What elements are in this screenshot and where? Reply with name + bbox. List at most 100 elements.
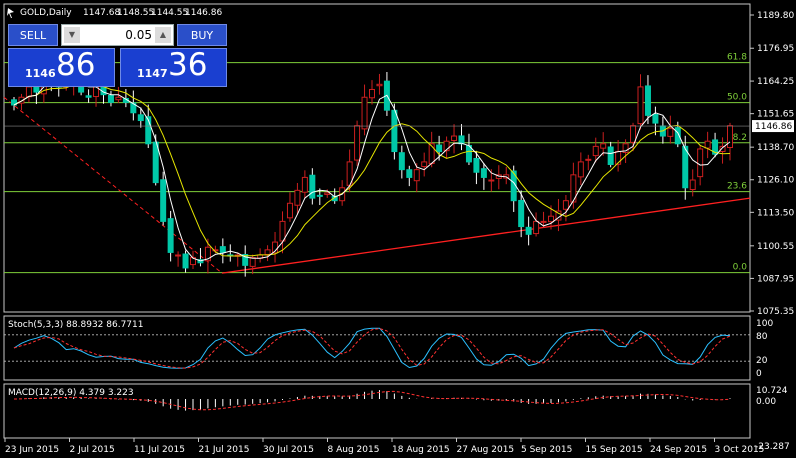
candle-body — [286, 202, 293, 219]
price-axis-label: 1189.80 — [757, 11, 794, 21]
candle — [421, 152, 428, 177]
candle-body — [219, 246, 226, 253]
lot-increase-button[interactable]: ▲ — [155, 27, 171, 43]
candle-body — [33, 86, 40, 93]
sell-price-button[interactable]: 1146 86 — [8, 47, 115, 87]
candle — [451, 124, 458, 154]
stochastic-axis-label: 80 — [756, 332, 768, 342]
candle-body — [480, 168, 487, 178]
candle-body — [421, 161, 428, 167]
time-axis-label: 18 Aug 2015 — [392, 445, 450, 455]
chart-header-low: 1144.55 — [151, 8, 188, 18]
sell-price-pips: 86 — [56, 47, 96, 83]
stochastic-main-line — [13, 327, 731, 369]
candle — [600, 132, 607, 156]
moving-average-slow-line — [13, 82, 731, 257]
lot-decrease-button[interactable]: ▼ — [64, 27, 80, 43]
candle-body — [376, 83, 383, 87]
candle-body — [301, 176, 308, 193]
candle — [175, 251, 182, 267]
candle-body — [644, 85, 651, 116]
candle-body — [600, 143, 607, 149]
candle-body — [354, 125, 361, 161]
candle — [652, 106, 659, 136]
candle-body — [279, 220, 286, 242]
price-axis-label: 1126.10 — [757, 176, 794, 186]
chart-header-symbol: GOLD,Daily — [20, 8, 72, 18]
price-axis-label: 1113.50 — [757, 208, 794, 218]
candle-body — [294, 189, 301, 206]
candle-body — [115, 96, 122, 101]
candle-body — [652, 113, 659, 124]
time-axis-label: 23 Jun 2015 — [5, 445, 59, 455]
candle — [570, 162, 577, 209]
candle-body — [324, 192, 331, 195]
buy-price-big-figure: 1147 — [137, 67, 168, 80]
time-axis-label: 15 Sep 2015 — [586, 445, 643, 455]
candle-body — [175, 254, 182, 257]
buy-price-button[interactable]: 1147 36 — [120, 47, 227, 87]
candle — [398, 145, 405, 179]
price-axis-label: 1087.95 — [757, 274, 794, 284]
candle-body — [152, 141, 159, 184]
candle-body — [488, 179, 495, 182]
candle-body — [369, 88, 375, 99]
candle-body — [607, 146, 614, 165]
candle — [458, 124, 465, 151]
candle — [272, 231, 279, 263]
candle — [465, 133, 472, 166]
time-axis-label: 8 Aug 2015 — [328, 445, 380, 455]
fibonacci-level-label: 50.0 — [727, 93, 747, 103]
candle — [577, 152, 584, 186]
candle-body — [637, 86, 644, 125]
candle — [107, 90, 114, 107]
price-axis-label: 1075.35 — [757, 307, 794, 317]
sell-button[interactable]: SELL — [8, 24, 58, 46]
candle — [167, 210, 174, 262]
chart-header-close: 1146.86 — [185, 8, 222, 18]
candle-body — [592, 145, 599, 157]
candle-body — [398, 152, 405, 171]
candlesticks — [11, 59, 733, 277]
candle — [503, 166, 510, 185]
candle-body — [577, 161, 584, 178]
candle — [406, 165, 413, 187]
candle — [301, 170, 308, 199]
price-axis-label: 1100.55 — [757, 242, 794, 252]
candle-body — [107, 94, 114, 103]
candle-body — [630, 125, 637, 143]
candle-body — [533, 220, 540, 235]
candle-body — [540, 220, 547, 223]
candle-body — [413, 169, 420, 182]
macd-label: MACD(12,26,9) 4.379 3.223 — [8, 388, 134, 398]
candle — [309, 168, 316, 205]
chart-header-open: 1147.68 — [83, 8, 120, 18]
fibonacci-level-label: 0.0 — [733, 263, 748, 273]
candle — [369, 80, 375, 105]
stochastic-axis-label: 100 — [756, 319, 773, 329]
candle — [376, 73, 383, 95]
candle — [667, 115, 674, 144]
candle — [152, 134, 159, 186]
candle — [242, 245, 249, 277]
candle — [689, 169, 696, 197]
candle — [286, 192, 293, 222]
lot-size-input[interactable] — [82, 26, 152, 44]
candle — [533, 212, 540, 237]
price-axis-label: 1176.95 — [757, 44, 794, 54]
fibonacci-trend-line — [3, 96, 223, 274]
candle-body — [689, 179, 696, 191]
buy-button[interactable]: BUY — [177, 24, 227, 46]
lot-size-stepper[interactable]: ▼ ▲ — [61, 24, 174, 46]
macd-axis-label: 0.00 — [756, 397, 776, 407]
candle — [219, 238, 226, 264]
candle — [719, 137, 726, 164]
price-axis-label: 1151.65 — [757, 110, 794, 120]
candle-body — [727, 125, 733, 148]
one-click-trading-panel: SELL ▼ ▲ BUY 1146 86 1147 36 — [8, 24, 227, 87]
candle-body — [704, 140, 711, 149]
candle-body — [682, 145, 689, 189]
candle — [727, 122, 733, 161]
candle — [607, 141, 614, 168]
candle — [562, 194, 569, 222]
